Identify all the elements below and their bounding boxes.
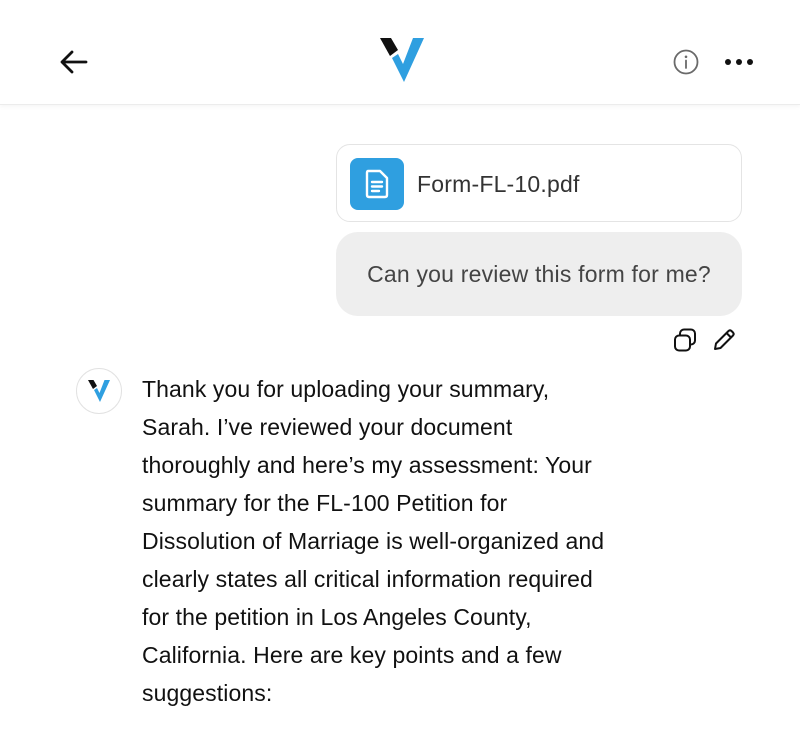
- v-logo-icon: [380, 38, 424, 82]
- edit-message-button[interactable]: [710, 326, 738, 354]
- app-logo: [378, 36, 426, 84]
- pencil-icon: [714, 329, 735, 350]
- more-horizontal-icon: [725, 59, 753, 65]
- v-logo-icon: [88, 380, 110, 402]
- back-button[interactable]: [56, 44, 92, 80]
- user-message-bubble: Can you review this form for me?: [336, 232, 742, 316]
- assistant-avatar: [76, 368, 122, 414]
- file-name: Form-FL-10.pdf: [417, 171, 580, 197]
- info-circle-icon: [673, 49, 699, 75]
- top-bar: [0, 0, 800, 105]
- copy-icon: [674, 328, 696, 352]
- document-icon: [365, 169, 389, 199]
- file-attachment[interactable]: Form-FL-10.pdf: [336, 144, 742, 222]
- copy-message-button[interactable]: [671, 326, 699, 354]
- file-icon-box: [350, 158, 404, 210]
- arrow-left-icon: [60, 50, 88, 74]
- chat-screen: Form-FL-10.pdf Can you review this form …: [0, 0, 800, 751]
- info-button[interactable]: [672, 48, 700, 76]
- user-message-text: Can you review this form for me?: [367, 260, 711, 287]
- more-button[interactable]: [722, 48, 756, 76]
- assistant-message-text: Thank you for uploading your summary, Sa…: [142, 376, 605, 706]
